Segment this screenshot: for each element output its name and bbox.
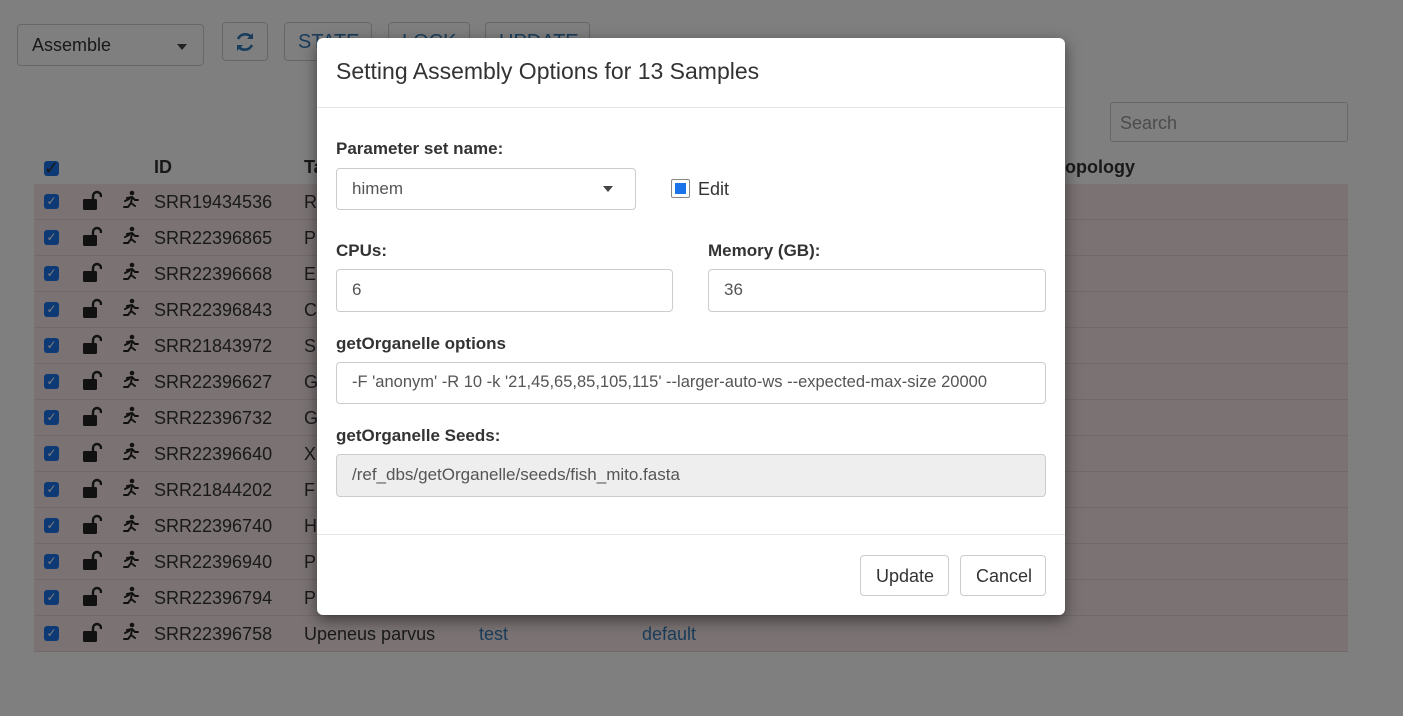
modal-footer: Update Cancel	[317, 534, 1065, 615]
cpus-field[interactable]: 6	[336, 269, 673, 312]
assembly-options-modal: Setting Assembly Options for 13 Samples …	[317, 38, 1065, 615]
param-set-value: himem	[352, 179, 404, 198]
modal-title: Setting Assembly Options for 13 Samples	[336, 58, 760, 84]
memory-value: 36	[724, 280, 743, 299]
cancel-button[interactable]: Cancel	[960, 555, 1046, 596]
cancel-button-label: Cancel	[976, 566, 1033, 586]
chevron-down-icon	[603, 186, 613, 192]
edit-label: Edit	[698, 179, 730, 199]
update-button[interactable]: Update	[860, 555, 949, 596]
page: Assemble STATE LOCK UPDATE Search ✓ ID T…	[0, 0, 1403, 716]
update-button-label: Update	[876, 566, 935, 586]
modal-header: Setting Assembly Options for 13 Samples	[317, 38, 1065, 108]
options-label: getOrganelle options	[336, 334, 507, 353]
edit-checkbox[interactable]	[671, 179, 690, 198]
memory-label: Memory (GB):	[708, 241, 821, 260]
options-field[interactable]: -F 'anonym' -R 10 -k '21,45,65,85,105,11…	[336, 362, 1046, 404]
cpus-value: 6	[352, 280, 362, 299]
param-set-select[interactable]: himem	[336, 168, 636, 210]
cpus-label: CPUs:	[336, 241, 388, 260]
seeds-label: getOrganelle Seeds:	[336, 426, 501, 445]
seeds-field: /ref_dbs/getOrganelle/seeds/fish_mito.fa…	[336, 454, 1046, 497]
param-set-label: Parameter set name:	[336, 139, 504, 158]
options-value: -F 'anonym' -R 10 -k '21,45,65,85,105,11…	[352, 373, 988, 391]
seeds-value: /ref_dbs/getOrganelle/seeds/fish_mito.fa…	[352, 465, 680, 484]
memory-field[interactable]: 36	[708, 269, 1046, 312]
